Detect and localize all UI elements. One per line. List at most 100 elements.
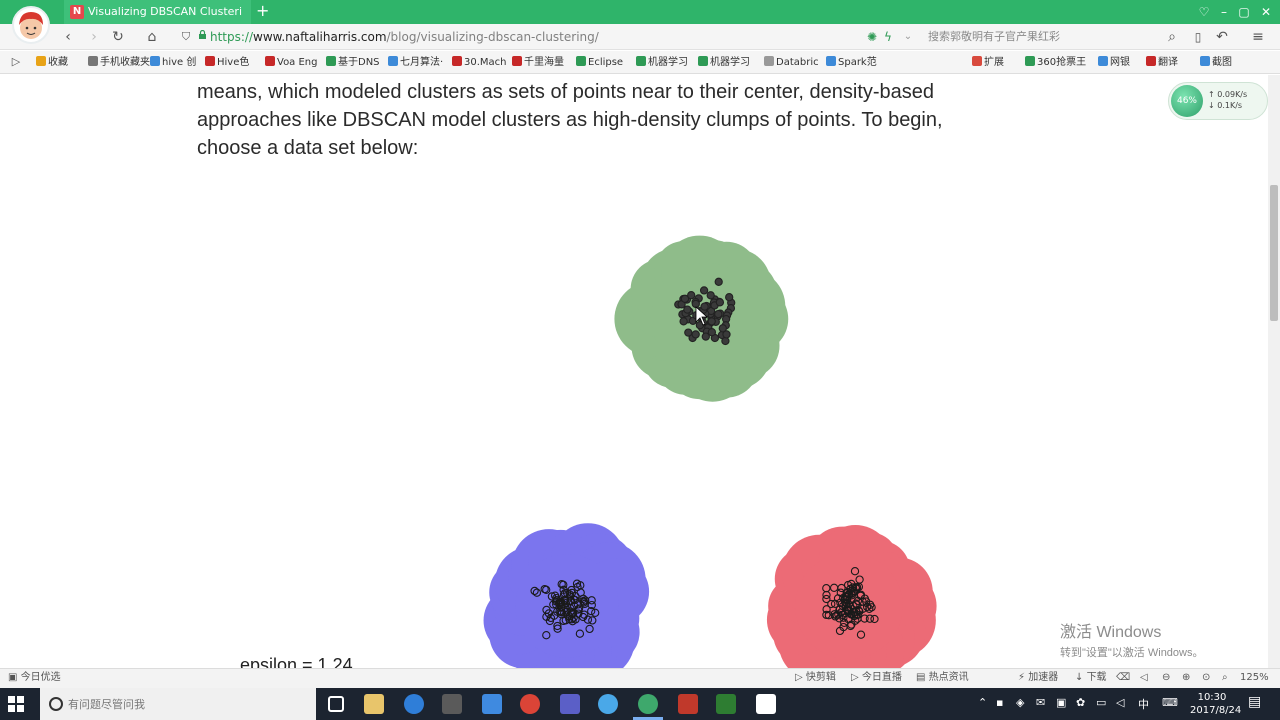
- data-point: [714, 309, 723, 319]
- bookmark-favicon-icon: [826, 56, 836, 66]
- zoom-level[interactable]: 125%: [1240, 671, 1269, 685]
- minimize-icon[interactable]: –: [1216, 4, 1232, 20]
- activation-subtitle: 转到"设置"以激活 Windows。: [1060, 647, 1204, 659]
- app-white-icon[interactable]: [756, 694, 776, 714]
- file-explorer-icon[interactable]: [364, 694, 384, 714]
- app-green-icon[interactable]: [716, 694, 736, 714]
- status-item[interactable]: ▷ 快剪辑: [795, 671, 836, 685]
- search-icon[interactable]: ⌕: [1162, 27, 1182, 47]
- bookmark-item[interactable]: 360抢票王: [1025, 54, 1086, 71]
- bookmark-item[interactable]: 翻译: [1146, 54, 1178, 71]
- avatar[interactable]: [12, 6, 50, 44]
- ime-indicator[interactable]: 中: [1138, 696, 1149, 712]
- bookmark-item[interactable]: 机器学习: [698, 54, 750, 71]
- tab-active[interactable]: N Visualizing DBSCAN Clusteri: [64, 0, 251, 24]
- tray-app-icon[interactable]: ✿: [1076, 696, 1085, 709]
- download-rate-value: 0.1K/s: [1217, 101, 1243, 110]
- edge-icon[interactable]: [404, 694, 424, 714]
- back-icon[interactable]: ‹: [58, 27, 78, 47]
- trash-icon[interactable]: ⌫: [1116, 671, 1130, 685]
- data-point: [699, 286, 709, 295]
- reset-zoom-icon[interactable]: ⊙: [1202, 671, 1210, 685]
- reload-icon[interactable]: ↻: [108, 27, 128, 47]
- zoom-icon[interactable]: ⌕: [1222, 671, 1228, 685]
- qq-icon[interactable]: [482, 694, 502, 714]
- tray-app-icon[interactable]: ◈: [1016, 696, 1024, 709]
- volume-tray-icon[interactable]: ◁: [1116, 696, 1124, 709]
- bookmark-item[interactable]: 网银: [1098, 54, 1130, 71]
- bookmark-item[interactable]: Databric: [764, 54, 819, 71]
- status-today-picks[interactable]: ▣ 今日优选: [8, 671, 61, 685]
- data-point: [691, 330, 700, 339]
- zoom-out-icon[interactable]: ⊖: [1162, 671, 1170, 685]
- bookmark-item[interactable]: 机器学习: [636, 54, 688, 71]
- bookmark-item[interactable]: 手机收藏夹: [88, 54, 150, 71]
- bookmark-favicon-icon: [205, 56, 215, 66]
- lightning-icon[interactable]: ϟ: [878, 27, 898, 47]
- bookmark-item[interactable]: hive 创: [150, 54, 196, 71]
- battery-icon[interactable]: ▭: [1096, 696, 1106, 709]
- bookmark-item[interactable]: Eclipse: [576, 54, 623, 71]
- menu-icon[interactable]: ≡: [1248, 27, 1268, 47]
- data-point: [707, 328, 717, 337]
- windows-activation-watermark: 激活 Windows 转到"设置"以激活 Windows。: [1060, 618, 1204, 660]
- bookmark-item[interactable]: 七月算法·: [388, 54, 443, 71]
- bookmark-item[interactable]: 截图: [1200, 54, 1232, 71]
- tray-app-icon[interactable]: ▪: [996, 696, 1003, 709]
- web-content: means, which modeled clusters as sets of…: [0, 75, 1268, 668]
- bookmark-label: Spark范: [838, 57, 877, 68]
- status-item[interactable]: ▤ 热点资讯: [916, 671, 969, 685]
- dbscan-canvas[interactable]: [0, 75, 1268, 668]
- status-item[interactable]: ▷ 今日直播: [851, 671, 902, 685]
- maximize-icon[interactable]: ▢: [1236, 4, 1252, 20]
- dropdown-chevron-icon[interactable]: ⌄: [898, 27, 918, 47]
- bookmark-item[interactable]: 收藏: [36, 54, 68, 71]
- sidebar-toggle-icon[interactable]: ▷: [6, 52, 26, 72]
- bookmark-favicon-icon: [88, 56, 98, 66]
- volume-icon[interactable]: ◁: [1140, 671, 1148, 685]
- cluster-core: [651, 263, 761, 375]
- browser-active-icon[interactable]: [638, 694, 658, 714]
- cortana-search[interactable]: 有问题尽管问我: [40, 688, 316, 720]
- taskbar-clock[interactable]: 10:30 2017/8/24: [1190, 691, 1241, 717]
- tray-app-icon[interactable]: ▣: [1056, 696, 1066, 709]
- undo-icon[interactable]: ↶: [1212, 27, 1232, 47]
- visual-studio-icon[interactable]: [560, 694, 580, 714]
- new-tab-button[interactable]: +: [256, 0, 269, 24]
- scrollbar[interactable]: [1268, 75, 1280, 668]
- bookmark-icon[interactable]: ▯: [1188, 27, 1208, 47]
- bookmark-label: 机器学习: [648, 57, 688, 68]
- store-icon[interactable]: [442, 694, 462, 714]
- bookmark-favicon-icon: [388, 56, 398, 66]
- keyboard-icon[interactable]: ⌨: [1162, 696, 1178, 709]
- bookmark-item[interactable]: 基于DNS: [326, 54, 380, 71]
- status-item[interactable]: ↓ 下载: [1075, 671, 1107, 685]
- bookmark-item[interactable]: Spark范: [826, 54, 877, 71]
- chrome-icon[interactable]: [520, 694, 540, 714]
- bookmark-item[interactable]: 千里海量: [512, 54, 564, 71]
- bookmark-item[interactable]: Voa Eng: [265, 54, 318, 71]
- app-red-icon[interactable]: [678, 694, 698, 714]
- bookmark-item[interactable]: 30.Mach: [452, 54, 507, 71]
- windows-start-icon[interactable]: [8, 696, 24, 712]
- bookmark-item[interactable]: Hive色: [205, 54, 249, 71]
- status-item[interactable]: ⚡ 加速器: [1018, 671, 1058, 685]
- forward-icon[interactable]: ›: [84, 27, 104, 47]
- bookmark-item[interactable]: 扩展: [972, 54, 1004, 71]
- tray-expand-icon[interactable]: ⌃: [978, 696, 987, 709]
- scrollbar-thumb[interactable]: [1270, 185, 1278, 321]
- bookmark-label: 手机收藏夹: [100, 57, 150, 68]
- task-view-icon[interactable]: [328, 696, 344, 712]
- tray-app-icon[interactable]: ✉: [1036, 696, 1045, 709]
- zoom-in-icon[interactable]: ⊕: [1182, 671, 1190, 685]
- url-field[interactable]: https://www.naftaliharris.com/blog/visua…: [178, 27, 900, 47]
- data-point: [683, 305, 692, 314]
- shirt-skin-icon[interactable]: ♡: [1196, 4, 1212, 20]
- notification-icon[interactable]: ▤: [1248, 694, 1261, 710]
- search-input[interactable]: 搜索郭敬明有子官产果红彩: [920, 27, 1170, 47]
- bookmark-label: 截图: [1212, 57, 1232, 68]
- close-icon[interactable]: ✕: [1258, 4, 1274, 20]
- home-icon[interactable]: ⌂: [142, 27, 162, 47]
- browser360-icon[interactable]: [598, 694, 618, 714]
- upload-rate: ↑ 0.09K/s: [1208, 90, 1248, 99]
